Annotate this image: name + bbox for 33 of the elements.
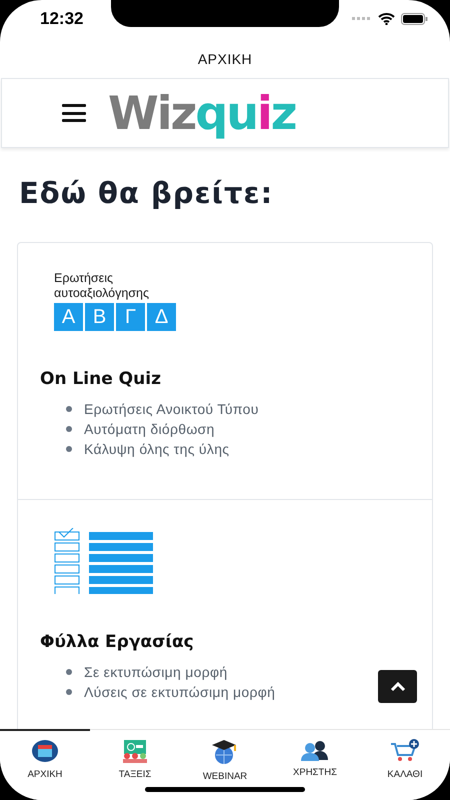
bullet-icon <box>66 406 72 412</box>
list-item: Κάλυψη όλης της ύλης <box>84 441 230 457</box>
section-title: On Line Quiz <box>40 369 162 389</box>
list-item: Ερωτήσεις Ανοικτού Τύπου <box>84 401 259 417</box>
tab[interactable]: ΚΑΛΑΘΙ <box>360 729 450 800</box>
users-icon <box>300 739 330 761</box>
cart-icon <box>390 739 420 763</box>
bullet-icon <box>66 426 72 432</box>
status-time: 12:32 <box>40 9 84 29</box>
graduation-cap-icon <box>211 739 239 765</box>
letter-tile: Γ <box>116 303 145 331</box>
bullet-icon <box>66 446 72 452</box>
page-heading: Εδώ θα βρείτε: <box>19 176 274 210</box>
list-item: Αυτόματη διόρθωση <box>84 421 215 437</box>
tab[interactable]: ΤΑΞΕΙΣ <box>90 729 180 800</box>
list-item: Σε εκτυπώσιμη μορφή <box>84 664 228 680</box>
signal-icon <box>352 17 372 21</box>
letter-tile: Β <box>85 303 114 331</box>
page-title: ΑΡΧΙΚΗ <box>198 51 252 67</box>
letter-tile: Δ <box>147 303 176 331</box>
image-caption: Ερωτήσεις αυτοαξιολόγησης <box>54 271 150 301</box>
battery-icon <box>401 13 428 25</box>
menu-button[interactable] <box>62 104 86 122</box>
chevron-up-icon <box>390 682 406 692</box>
list-item: Λύσεις σε εκτυπώσιμη μορφή <box>84 684 276 700</box>
tab[interactable]: ΧΡΗΣΤΗΣ <box>270 729 360 800</box>
bullet-icon <box>66 689 72 695</box>
letter-tile: Α <box>54 303 83 331</box>
bullet-icon <box>66 669 72 675</box>
section-title: Φύλλα Εργασίας <box>40 632 195 652</box>
wifi-icon <box>378 13 395 25</box>
tab[interactable]: ΑΡΧΙΚΗ <box>0 729 90 800</box>
scroll-top-button[interactable] <box>378 670 417 703</box>
